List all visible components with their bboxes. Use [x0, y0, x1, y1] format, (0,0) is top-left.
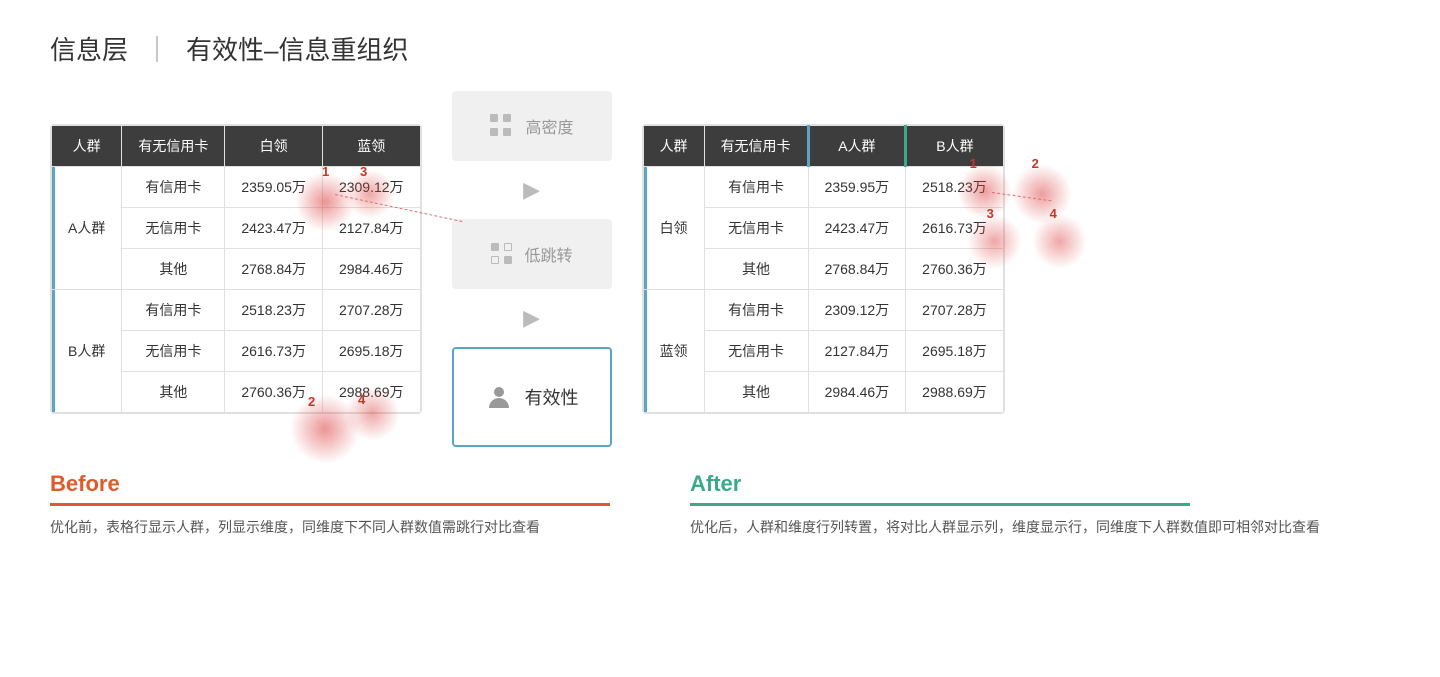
after-col-3: B人群	[906, 126, 1004, 167]
title-main: 信息层	[50, 30, 128, 67]
arrow-group-1: ▶	[523, 177, 540, 203]
after-table-wrapper: 人群 有无信用卡 A人群 B人群 白领 有信用卡 2359.95万 2518.2…	[642, 124, 1005, 414]
dot4	[503, 128, 511, 136]
cell: 有信用卡	[704, 290, 808, 331]
arrow-icon-1: ▶	[523, 177, 540, 203]
cell: 2127.84万	[808, 331, 906, 372]
cell: 2518.23万	[225, 290, 323, 331]
group-a-label: A人群	[52, 167, 122, 290]
num-label-1: 1	[322, 164, 329, 179]
after-heat-2	[1012, 164, 1072, 224]
high-density-box: 高密度	[452, 91, 612, 161]
before-col-1: 有无信用卡	[122, 126, 225, 167]
effectiveness-box: 有效性	[452, 347, 612, 447]
after-num-3: 3	[987, 206, 994, 221]
cell: 2984.46万	[322, 249, 420, 290]
before-table-container: 人群 有无信用卡 白领 蓝领 A人群 有信用卡 2359.05万 2309.12…	[50, 124, 422, 414]
cell: 有信用卡	[704, 167, 808, 208]
after-col-1: 有无信用卡	[704, 126, 808, 167]
cell: 其他	[122, 372, 225, 413]
after-section: After 优化后，人群和维度行列转置，将对比人群显示列，维度显示行，同维度下人…	[670, 471, 1390, 540]
after-text: 优化后，人群和维度行列转置，将对比人群显示列，维度显示行，同维度下人群数值即可相…	[690, 516, 1390, 540]
cell: 2707.28万	[906, 290, 1004, 331]
cell: 无信用卡	[704, 331, 808, 372]
after-label: After	[690, 471, 1390, 497]
cell: 2309.12万	[808, 290, 906, 331]
table-row: 蓝领 有信用卡 2309.12万 2707.28万	[643, 290, 1003, 331]
cell: 2423.47万	[225, 208, 323, 249]
arrow-group-2: ▶	[523, 305, 540, 331]
lj-dot2	[504, 243, 512, 251]
dot2	[503, 114, 511, 122]
after-num-1: 1	[970, 156, 977, 171]
cell: 2760.36万	[906, 249, 1004, 290]
cell: 2707.28万	[322, 290, 420, 331]
num-label-3: 3	[360, 164, 367, 179]
after-col-2: A人群	[808, 126, 906, 167]
before-divider	[50, 503, 610, 506]
cell: 2423.47万	[808, 208, 906, 249]
cell: 无信用卡	[122, 208, 225, 249]
table-row: 白领 有信用卡 2359.95万 2518.23万	[643, 167, 1003, 208]
cell: 2127.84万	[322, 208, 420, 249]
main-content: 人群 有无信用卡 白领 蓝领 A人群 有信用卡 2359.05万 2309.12…	[50, 91, 1390, 447]
lj-dot3	[491, 256, 499, 264]
cell: 2695.18万	[322, 331, 420, 372]
page-container: 信息层 ｜ 有效性–信息重组织 人群 有无信用卡 白领 蓝领	[0, 0, 1440, 560]
after-table-container: 人群 有无信用卡 A人群 B人群 白领 有信用卡 2359.95万 2518.2…	[642, 124, 1005, 414]
low-jump-label: 低跳转	[525, 242, 573, 266]
cell: 其他	[122, 249, 225, 290]
title-sub: 有效性–信息重组织	[186, 30, 408, 67]
low-jump-icon	[491, 243, 513, 265]
effectiveness-label: 有效性	[525, 384, 579, 410]
cell: 其他	[704, 372, 808, 413]
high-density-label: 高密度	[526, 114, 574, 138]
middle-section: 高密度 ▶ 低跳转 ▶	[422, 91, 642, 447]
lj-dot4	[504, 256, 512, 264]
after-col-0: 人群	[643, 126, 704, 167]
group-b-label: B人群	[52, 290, 122, 413]
cell: 2616.73万	[225, 331, 323, 372]
after-divider	[690, 503, 1190, 506]
bottom-section: Before 优化前，表格行显示人群，列显示维度，同维度下不同人群数值需跳行对比…	[50, 471, 1390, 540]
after-table: 人群 有无信用卡 A人群 B人群 白领 有信用卡 2359.95万 2518.2…	[643, 125, 1004, 413]
num-label-4: 4	[358, 392, 365, 407]
cell: 2988.69万	[322, 372, 420, 413]
cell: 有信用卡	[122, 167, 225, 208]
cell: 2768.84万	[225, 249, 323, 290]
after-num-4: 4	[1050, 206, 1057, 221]
before-col-2: 白领	[225, 126, 323, 167]
lj-dot1	[491, 243, 499, 251]
before-col-3: 蓝领	[322, 126, 420, 167]
cell: 2768.84万	[808, 249, 906, 290]
cell: 有信用卡	[122, 290, 225, 331]
before-section: Before 优化前，表格行显示人群，列显示维度，同维度下不同人群数值需跳行对比…	[50, 471, 670, 540]
after-heat-4	[1032, 214, 1087, 269]
num-label-2: 2	[308, 394, 315, 409]
cell: 2984.46万	[808, 372, 906, 413]
group-bailin2-label: 蓝领	[643, 290, 704, 413]
dot3	[490, 128, 498, 136]
table-row: B人群 有信用卡 2518.23万 2707.28万	[52, 290, 421, 331]
person-icon	[485, 383, 513, 411]
before-text: 优化前，表格行显示人群，列显示维度，同维度下不同人群数值需跳行对比查看	[50, 516, 670, 540]
cell: 2518.23万	[906, 167, 1004, 208]
cell: 无信用卡	[704, 208, 808, 249]
cell: 其他	[704, 249, 808, 290]
density-icon	[490, 114, 514, 138]
cell: 2988.69万	[906, 372, 1004, 413]
cell: 无信用卡	[122, 331, 225, 372]
page-title: 信息层 ｜ 有效性–信息重组织	[50, 30, 1390, 67]
dot1	[490, 114, 498, 122]
cell: 2359.95万	[808, 167, 906, 208]
group-bailin-label: 白领	[643, 167, 704, 290]
cell: 2359.05万	[225, 167, 323, 208]
after-num-2: 2	[1032, 156, 1039, 171]
before-label: Before	[50, 471, 670, 497]
title-divider: ｜	[144, 30, 170, 67]
arrow-icon-2: ▶	[523, 305, 540, 330]
low-jump-box: 低跳转	[452, 219, 612, 289]
before-col-0: 人群	[52, 126, 122, 167]
cell: 2695.18万	[906, 331, 1004, 372]
